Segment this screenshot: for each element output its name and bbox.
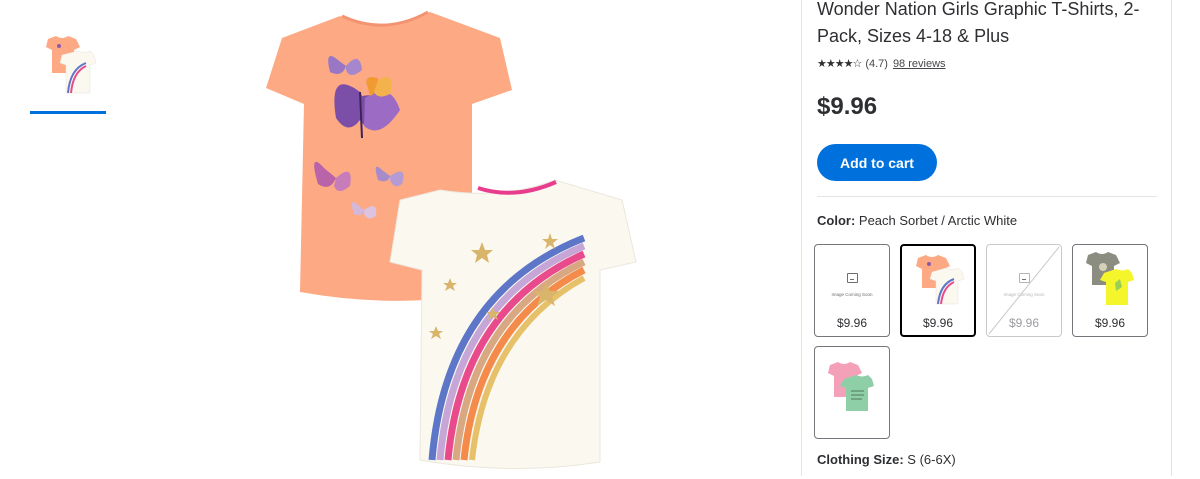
thumbnail-column: [30, 30, 106, 114]
color-selection-label: Color: Peach Sorbet / Arctic White: [817, 213, 1017, 228]
swatch-image-peach-white: [916, 255, 965, 305]
rating-stars-icon: ★★★★☆: [817, 58, 862, 70]
rating-value: (4.7): [865, 57, 888, 70]
product-title: Wonder Nation Girls Graphic T-Shirts, 2-…: [817, 0, 1140, 46]
color-swatch-3-unavailable[interactable]: Image Coming Soon $9.96: [986, 244, 1062, 337]
swatch-price: $9.96: [1008, 316, 1040, 330]
size-selection-label: Clothing Size: S (6-6X): [817, 452, 956, 467]
divider: [817, 196, 1157, 197]
color-swatch-1[interactable]: Image Coming Soon $9.96: [814, 244, 890, 337]
thumbnail-selected-indicator: [30, 111, 106, 114]
swatch-image-pink-green: [828, 362, 874, 411]
swatch-image-gray-yellow: [1086, 252, 1134, 305]
color-swatch-2[interactable]: $9.96: [900, 244, 976, 337]
color-swatch-4[interactable]: $9.96: [1072, 244, 1148, 337]
reviews-link[interactable]: 98 reviews: [893, 58, 946, 70]
rating-row: ★★★★☆ (4.7) 98 reviews: [817, 57, 946, 71]
size-value: S (6-6X): [907, 452, 956, 467]
image-placeholder: Image Coming Soon: [815, 270, 889, 297]
color-value: Peach Sorbet / Arctic White: [858, 213, 1018, 228]
product-price: $9.96: [817, 93, 878, 120]
color-swatch-5[interactable]: [814, 346, 890, 439]
product-info-panel: Wonder Nation Girls Graphic T-Shirts, 2-…: [801, 0, 1172, 476]
swatch-price: $9.96: [1094, 316, 1126, 330]
image-placeholder: Image Coming Soon: [987, 270, 1061, 297]
size-label: Clothing Size:: [817, 452, 904, 467]
thumbnail-1[interactable]: [30, 30, 106, 100]
thumbnail-image: [46, 36, 96, 94]
swatch-price: $9.96: [836, 316, 868, 330]
image-placeholder-icon: [1018, 273, 1030, 283]
add-to-cart-button[interactable]: Add to cart: [817, 144, 937, 181]
swatch-price: $9.96: [922, 316, 954, 330]
main-product-image[interactable]: [250, 0, 660, 474]
color-label: Color:: [817, 213, 856, 228]
image-placeholder-icon: [846, 273, 858, 283]
